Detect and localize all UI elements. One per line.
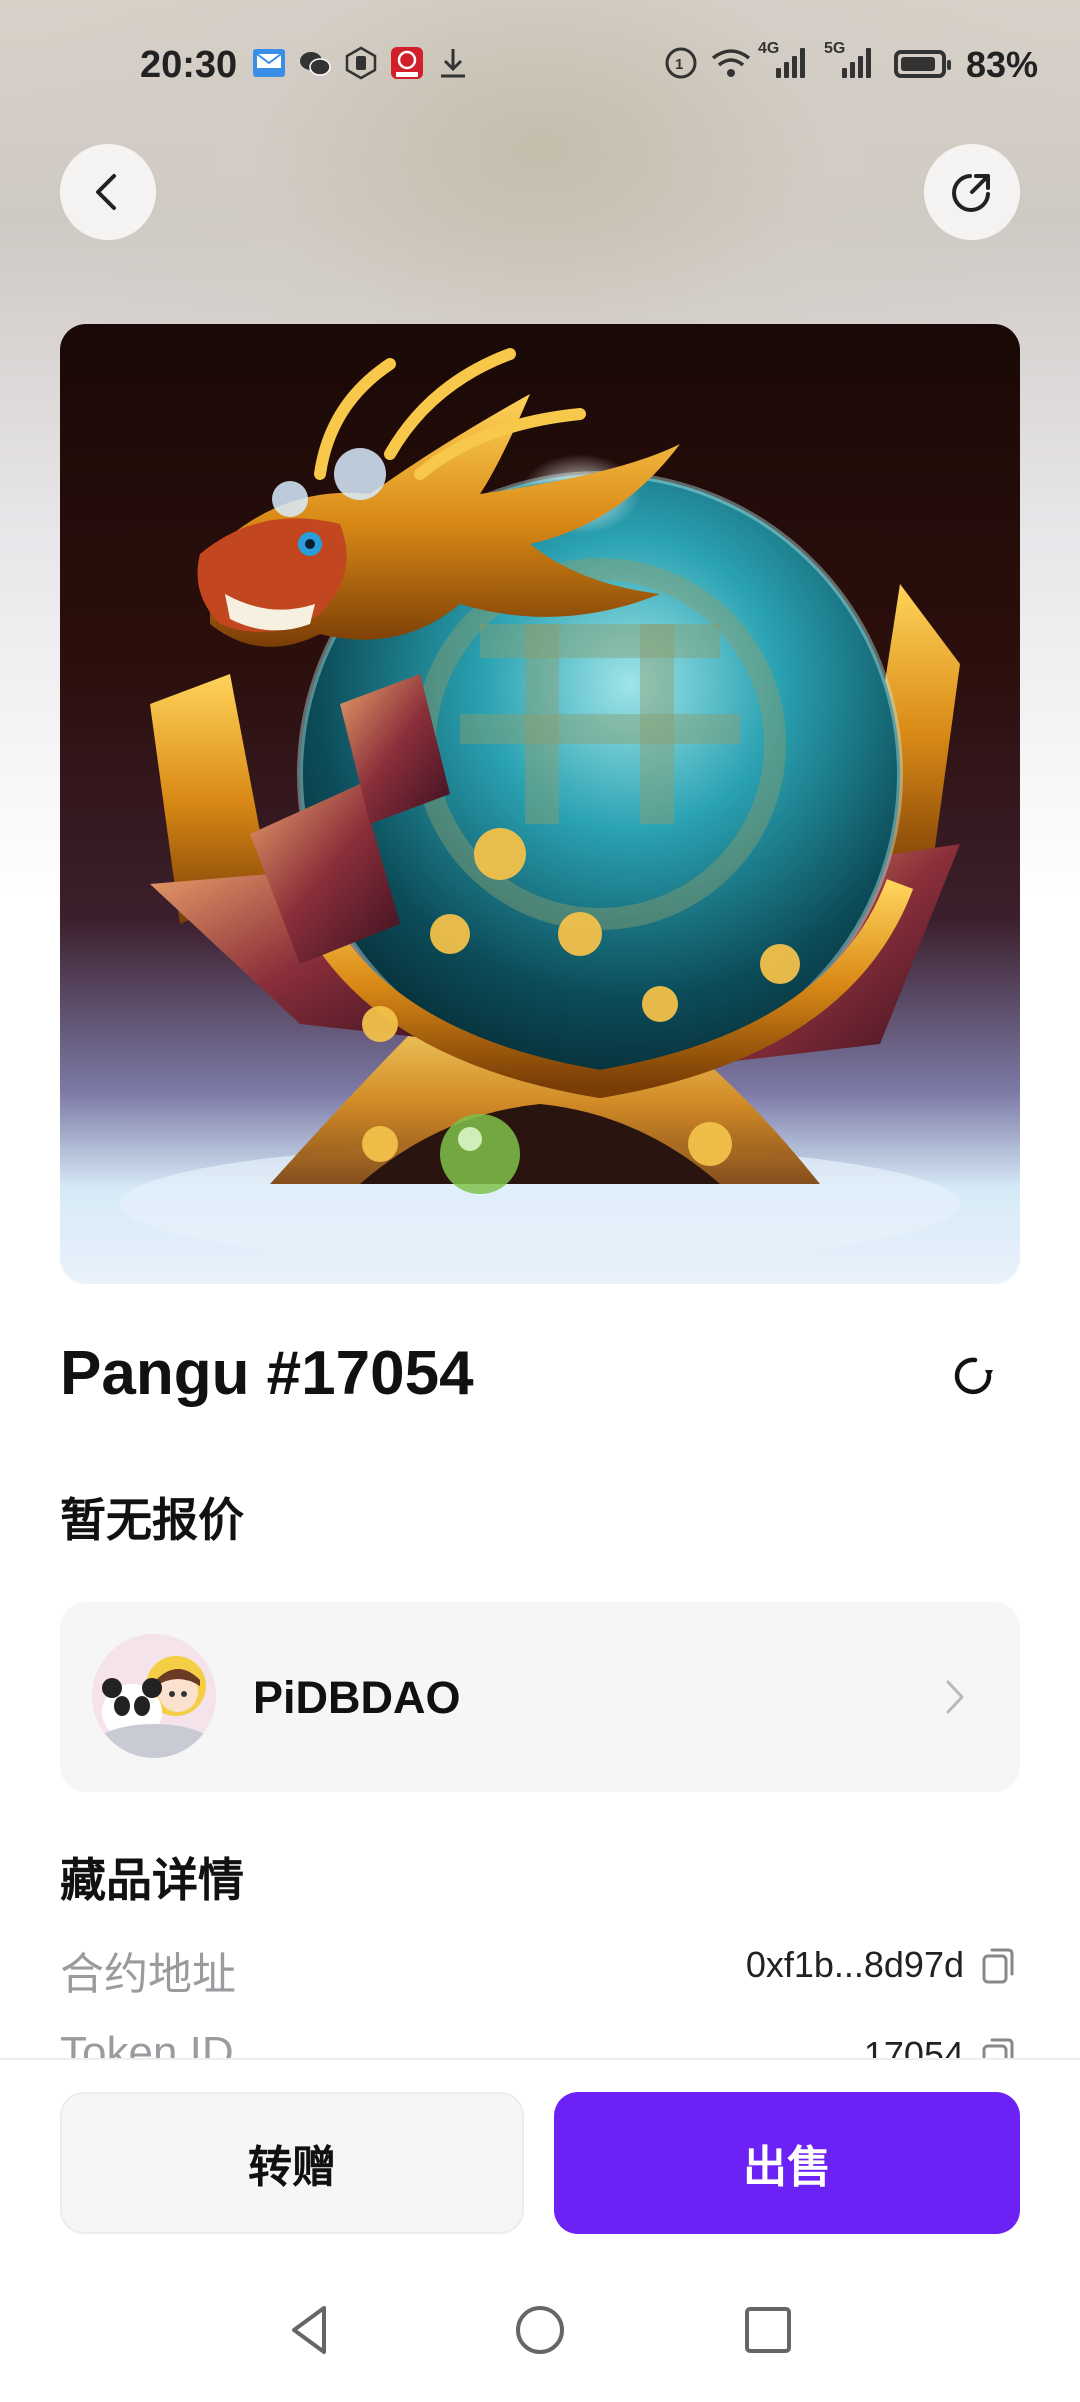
share-button[interactable] xyxy=(924,144,1020,240)
signal-icon xyxy=(776,46,805,78)
battery-percent: 83% xyxy=(965,44,1038,85)
download-icon xyxy=(441,49,465,78)
svg-text:1: 1 xyxy=(675,56,683,73)
detail-row-contract: 合约地址 0xf1b...8d97d xyxy=(60,1938,1020,2008)
nft-title: Pangu #17054 xyxy=(60,1339,474,1408)
refresh-icon[interactable] xyxy=(945,1348,1001,1404)
nav-recents-icon[interactable] xyxy=(738,2300,798,2360)
avatar-illustration xyxy=(92,1634,216,1758)
share-icon xyxy=(952,174,990,212)
wechat-icon xyxy=(300,52,331,76)
dragon-orb-illustration xyxy=(120,348,960,1264)
creator-card[interactable]: PiDBDAO xyxy=(60,1602,1020,1792)
system-nav-bar xyxy=(0,2270,1080,2400)
nav-home-icon[interactable] xyxy=(510,2300,570,2360)
status-time: 20:30 xyxy=(140,44,238,86)
battery-icon xyxy=(894,50,951,78)
app-icon xyxy=(391,47,423,79)
nft-artwork[interactable] xyxy=(60,324,1020,1284)
detail-label: 合约地址 xyxy=(60,1950,236,1999)
offer-status: 暂无报价 xyxy=(60,1494,244,1546)
creator-name: PiDBDAO xyxy=(253,1672,461,1723)
details-section-title: 藏品详情 xyxy=(60,1854,244,1906)
chevron-left-icon xyxy=(96,174,116,210)
hand-icon xyxy=(345,46,377,80)
status-bar: 20:30 1 4G 5G 83% xyxy=(0,0,1080,130)
detail-value: 0xf1b...8d97d xyxy=(745,1944,964,1985)
wifi-icon xyxy=(711,49,751,77)
chevron-right-icon xyxy=(946,1680,964,1714)
copy-icon[interactable] xyxy=(980,1946,1016,1986)
creator-avatar xyxy=(92,1634,216,1758)
mail-icon xyxy=(253,49,285,77)
sell-button[interactable]: 出售 xyxy=(554,2092,1020,2234)
back-button[interactable] xyxy=(60,144,156,240)
vibrate-icon: 1 xyxy=(665,47,697,79)
signal-icon-2 xyxy=(842,46,871,78)
gift-button[interactable]: 转赠 xyxy=(60,2092,524,2234)
nav-back-icon[interactable] xyxy=(280,2300,340,2360)
